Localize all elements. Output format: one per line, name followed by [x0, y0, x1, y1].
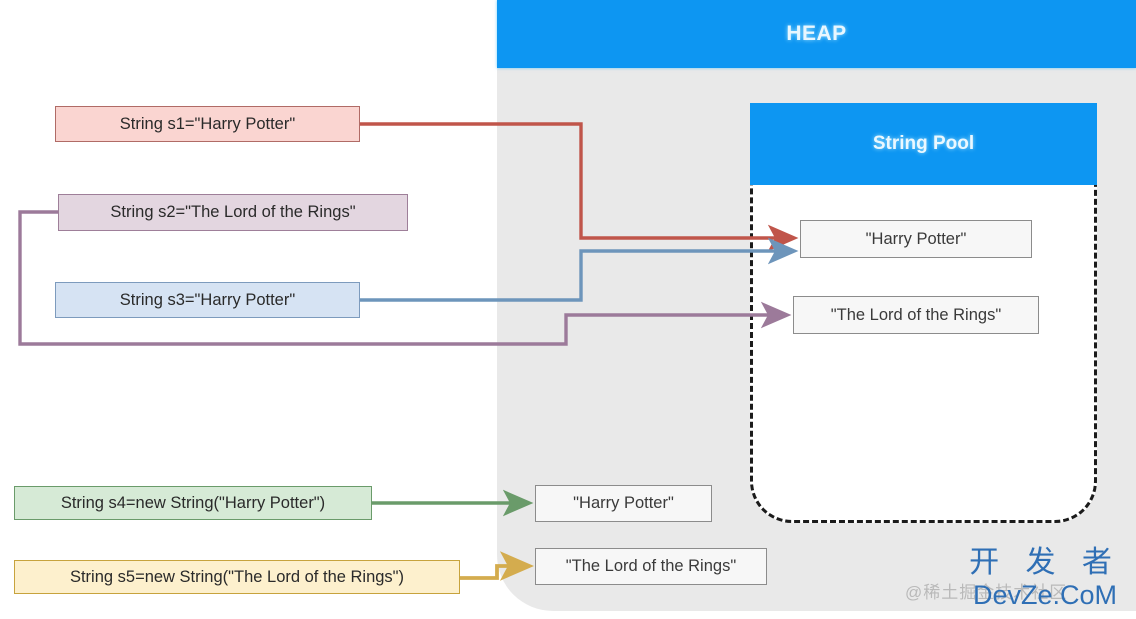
variable-box-s2[interactable]: String s2="The Lord of the Rings" [58, 194, 408, 231]
string-pool-title: String Pool [872, 133, 975, 154]
variable-label-s2: String s2="The Lord of the Rings" [110, 203, 356, 221]
variable-label-s1: String s1="Harry Potter" [119, 114, 296, 133]
pool-item-lord-of-the-rings[interactable]: "The Lord of the Rings" [793, 296, 1039, 334]
pool-item-label: "The Lord of the Rings" [830, 305, 1002, 324]
heap-object-label: "Harry Potter" [573, 494, 674, 512]
pool-item-harry-potter[interactable]: "Harry Potter" [800, 220, 1032, 258]
heap-header: HEAP [497, 0, 1136, 68]
variable-box-s1[interactable]: String s1="Harry Potter" [55, 106, 360, 142]
heap-object-lord-of-the-rings[interactable]: "The Lord of the Rings" [535, 548, 767, 585]
watermark-brand-cn: 开 发 者 [969, 546, 1121, 579]
pool-item-label: "Harry Potter" [865, 229, 967, 248]
watermark-brand: 开 发 者 DevZe.CoM [955, 546, 1135, 611]
variable-box-s4[interactable]: String s4=new String("Harry Potter") [14, 486, 372, 520]
watermark-brand-en: DevZe.CoM [972, 580, 1118, 610]
heap-object-harry-potter[interactable]: "Harry Potter" [535, 485, 712, 522]
diagram-canvas: HEAP String Pool String s1="Harry Potter… [0, 0, 1136, 619]
variable-label-s5: String s5=new String("The Lord of the Ri… [69, 567, 405, 586]
heap-object-label: "The Lord of the Rings" [565, 557, 737, 575]
variable-label-s3: String s3="Harry Potter" [119, 290, 296, 309]
variable-box-s5[interactable]: String s5=new String("The Lord of the Ri… [14, 560, 460, 594]
string-pool-header: String Pool [750, 103, 1097, 185]
heap-title: HEAP [786, 22, 847, 45]
variable-box-s3[interactable]: String s3="Harry Potter" [55, 282, 360, 318]
variable-label-s4: String s4=new String("Harry Potter") [60, 493, 326, 512]
